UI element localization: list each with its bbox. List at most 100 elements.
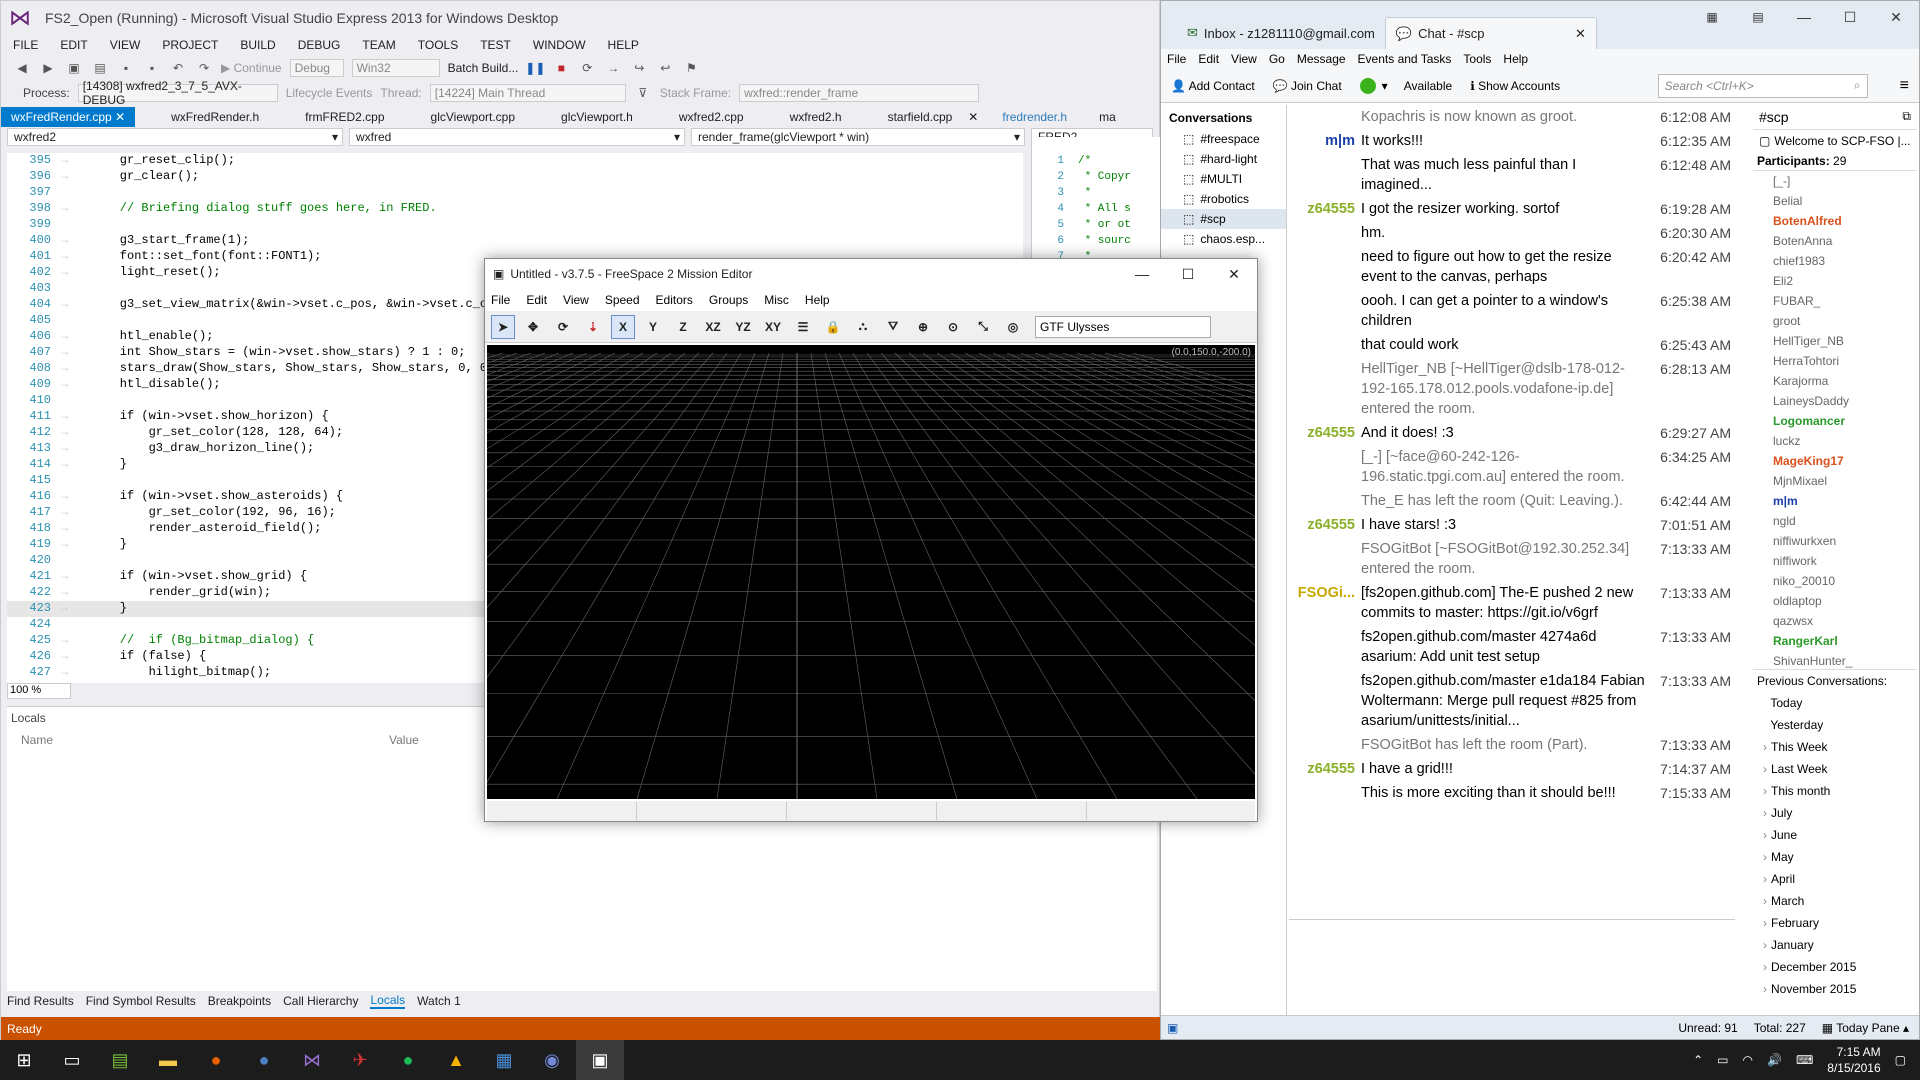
participant-item[interactable]: chief1983: [1753, 251, 1917, 271]
participant-item[interactable]: HellTiger_NB: [1753, 331, 1917, 351]
vs-menu-build[interactable]: BUILD: [240, 38, 275, 52]
minimize-icon[interactable]: —: [1119, 266, 1165, 283]
chat-message-input[interactable]: [1289, 919, 1735, 1017]
participants-list[interactable]: [_-] Belial BotenAlfred BotenAnna chief1983 E…: [1753, 170, 1917, 670]
chat-nick[interactable]: [1289, 783, 1361, 803]
wing-disband-icon[interactable]: ⛛: [881, 315, 905, 339]
fred-menu-groups[interactable]: Groups: [709, 293, 748, 307]
chat-nick[interactable]: [1289, 155, 1361, 195]
windows-start-icon[interactable]: ⊞: [0, 1040, 48, 1080]
tb-menu-file[interactable]: File: [1167, 52, 1186, 66]
previous-conversation-item[interactable]: › June: [1753, 824, 1917, 846]
wing-form-icon[interactable]: ⛬: [851, 315, 875, 339]
tab-frmfred2-cpp[interactable]: frmFRED2.cpp: [295, 107, 394, 127]
chat-nick[interactable]: [1289, 335, 1361, 355]
save-icon[interactable]: ▪: [117, 59, 135, 77]
fred-menu-file[interactable]: File: [491, 293, 510, 307]
vs-menu-file[interactable]: FILE: [13, 38, 38, 52]
constrain-yz-button[interactable]: YZ: [731, 315, 755, 339]
config-dropdown[interactable]: Debug: [289, 59, 344, 77]
chat-nick[interactable]: [1289, 247, 1361, 287]
tab-locals[interactable]: Locals: [370, 993, 406, 1009]
lock-icon[interactable]: 🔒: [821, 315, 845, 339]
stop-icon[interactable]: ■: [552, 59, 570, 77]
participant-item[interactable]: HerraTohtori: [1753, 351, 1917, 371]
maximize-icon[interactable]: ☐: [1165, 266, 1211, 283]
previous-conversation-item[interactable]: › April: [1753, 868, 1917, 890]
participant-item[interactable]: luckz: [1753, 431, 1917, 451]
keyboard-icon[interactable]: ⌨: [1796, 1053, 1813, 1067]
tb-menu-edit[interactable]: Edit: [1198, 52, 1219, 66]
participant-item[interactable]: FUBAR_: [1753, 291, 1917, 311]
previous-conversation-item[interactable]: › March: [1753, 890, 1917, 912]
rotate-tool-icon[interactable]: ⟳: [551, 315, 575, 339]
firefox-icon[interactable]: ●: [192, 1040, 240, 1080]
select-tool-icon[interactable]: ➤: [491, 314, 515, 339]
tab-inbox[interactable]: ✉ Inbox - z1281110@gmail.com: [1177, 17, 1385, 49]
notepad-icon[interactable]: ▤: [96, 1040, 144, 1080]
volume-icon[interactable]: 🔊: [1767, 1053, 1782, 1067]
thunderbird-icon[interactable]: ●: [240, 1040, 288, 1080]
conversation-freespace[interactable]: ⬚ #freespace: [1161, 129, 1286, 149]
zoom-selected-icon[interactable]: ⊕: [911, 315, 935, 339]
copy-icon[interactable]: ⧉: [1902, 109, 1911, 125]
tasks-icon[interactable]: ▤: [1735, 10, 1781, 24]
fred-3d-viewport[interactable]: (0.0,150.0,-200.0): [487, 345, 1255, 799]
save-all-icon[interactable]: ▪: [143, 59, 161, 77]
constrain-x-button[interactable]: X: [611, 314, 635, 339]
previous-conversation-item[interactable]: Today: [1753, 692, 1917, 714]
join-chat-button[interactable]: 💬 Join Chat: [1273, 79, 1342, 93]
previous-conversation-item[interactable]: › November 2015: [1753, 978, 1917, 1000]
conversation-scp[interactable]: ⬚ #scp: [1161, 209, 1286, 229]
participant-item[interactable]: LaineysDaddy: [1753, 391, 1917, 411]
vs-menu-edit[interactable]: EDIT: [60, 38, 87, 52]
participant-item[interactable]: MjnMixael: [1753, 471, 1917, 491]
status-selector[interactable]: ▾ Available: [1359, 77, 1452, 94]
chat-nick[interactable]: z64555: [1289, 759, 1361, 779]
tb-menu-tools[interactable]: Tools: [1463, 52, 1491, 66]
previous-conversation-item[interactable]: › May: [1753, 846, 1917, 868]
show-distances-icon[interactable]: ⤡: [971, 315, 995, 339]
redo-icon[interactable]: ↷: [195, 59, 213, 77]
chat-nick[interactable]: [1289, 627, 1361, 667]
today-pane-toggle[interactable]: ▦ Today Pane ▴: [1822, 1021, 1909, 1035]
participant-item[interactable]: MageKing17: [1753, 451, 1917, 471]
participant-item[interactable]: oldlaptop: [1753, 591, 1917, 611]
chat-nick[interactable]: [1289, 223, 1361, 243]
vs-menu-window[interactable]: WINDOW: [533, 38, 586, 52]
chat-nick[interactable]: z64555: [1289, 515, 1361, 535]
app-menu-icon[interactable]: ≡: [1900, 77, 1909, 95]
back-icon[interactable]: ◀: [13, 59, 31, 77]
tb-menu-go[interactable]: Go: [1269, 52, 1285, 66]
drive-icon[interactable]: ▲: [432, 1040, 480, 1080]
vs-menu-view[interactable]: VIEW: [110, 38, 141, 52]
previous-conversation-item[interactable]: Yesterday: [1753, 714, 1917, 736]
process-dropdown[interactable]: [14308] wxfred2_3_7_5_AVX-DEBUG: [77, 79, 278, 107]
vs-menu-debug[interactable]: DEBUG: [298, 38, 341, 52]
constrain-xy-button[interactable]: XY: [761, 315, 785, 339]
stack-frame-dropdown[interactable]: wxfred::render_frame: [739, 84, 980, 102]
participant-item[interactable]: ShivanHunter_: [1753, 651, 1917, 669]
place-ship-icon[interactable]: ⇣: [581, 315, 605, 339]
battery-icon[interactable]: ▭: [1717, 1053, 1728, 1067]
tab-fredrender-h[interactable]: fredrender.h: [992, 107, 1077, 127]
wxformbuilder-icon[interactable]: ▦: [480, 1040, 528, 1080]
chat-nick[interactable]: z64555: [1289, 423, 1361, 443]
pause-icon[interactable]: ❚❚: [525, 59, 545, 77]
previous-conversation-item[interactable]: › January: [1753, 934, 1917, 956]
task-view-icon[interactable]: ▭: [48, 1040, 96, 1080]
conversation-hard-light[interactable]: ⬚ #hard-light: [1161, 149, 1286, 169]
participant-item[interactable]: ngld: [1753, 511, 1917, 531]
tab-starfield-cpp[interactable]: starfield.cpp: [878, 107, 963, 127]
class-dropdown[interactable]: wxfred ▾: [349, 128, 685, 146]
step-out-icon[interactable]: ↩: [656, 59, 674, 77]
participant-item[interactable]: Eli2: [1753, 271, 1917, 291]
file-explorer-icon[interactable]: ▬: [144, 1040, 192, 1080]
fred-menu-speed[interactable]: Speed: [605, 293, 640, 307]
tab-wxfredrender-h[interactable]: wxFredRender.h: [161, 107, 269, 127]
tb-menu-events[interactable]: Events and Tasks: [1358, 52, 1452, 66]
chevron-up-icon[interactable]: ⌃: [1693, 1053, 1703, 1067]
close-icon[interactable]: ✕: [115, 110, 125, 124]
previous-conversation-item[interactable]: › July: [1753, 802, 1917, 824]
constrain-y-button[interactable]: Y: [641, 315, 665, 339]
